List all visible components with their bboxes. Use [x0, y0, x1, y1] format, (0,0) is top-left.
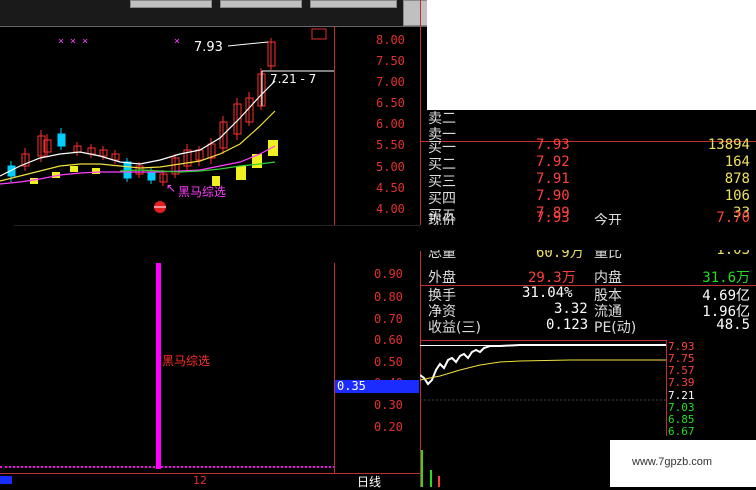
bid-row[interactable]: 买三 7.91 878: [424, 171, 756, 190]
outer-inner-row[interactable]: 外盘 29.3万 内盘 31.6万: [424, 267, 756, 286]
indicator-arrow: ↖: [166, 181, 177, 195]
candle-body: [57, 133, 66, 147]
bid-price: 7.92: [536, 154, 570, 170]
bid-volume: 878: [724, 171, 750, 187]
main-axis-line: [334, 26, 335, 225]
bid-volume: 13894: [707, 137, 750, 153]
inner-value: 31.6万: [702, 270, 750, 286]
main-axis-tick-6: 5.00: [376, 160, 405, 174]
signal-block: [70, 166, 78, 172]
indicator-label: 黑马综选: [178, 185, 227, 199]
current-price: 7.93: [536, 210, 570, 226]
osc-dotted-baseline: [0, 466, 335, 468]
x-axis-tick-12: 12: [193, 474, 207, 487]
inner-label: 内盘: [594, 270, 622, 286]
main-axis-tick-5: 5.50: [376, 138, 405, 152]
x-markers: × × ×: [58, 36, 89, 47]
osc-tick-6: 0.30: [374, 398, 403, 412]
osc-axis-line: [334, 263, 335, 473]
main-axis-tick-8: 4.00: [376, 202, 405, 216]
toolbar-button-4[interactable]: [403, 0, 429, 26]
signal-block: [236, 166, 246, 180]
outer-value: 29.3万: [528, 270, 576, 286]
mini-volume-bar: [430, 470, 432, 487]
high-price-label: 7.93: [194, 40, 223, 55]
main-axis-tick-1: 7.50: [376, 54, 405, 68]
scroll-indicator[interactable]: [0, 476, 12, 484]
main-axis-tick-7: 4.50: [376, 181, 405, 195]
signal-block: [92, 168, 100, 174]
toolbar-button-3[interactable]: [310, 0, 397, 8]
open-value: 7.70: [716, 210, 750, 226]
tab-daily[interactable]: 日线: [357, 473, 381, 490]
mini-avg-line: [420, 359, 666, 381]
turnover-value: 31.04%: [522, 285, 573, 301]
bid-volume: 164: [724, 154, 750, 170]
osc-tick-4: 0.50: [374, 355, 403, 369]
main-axis-tick-2: 7.00: [376, 75, 405, 89]
volume-row[interactable]: 总量 60.9万 量比 1.03: [424, 250, 756, 259]
bid-row[interactable]: 买一 7.93 13894: [424, 137, 756, 156]
osc-label: 黑马综选: [162, 354, 211, 368]
ratio-label: 量比: [594, 250, 622, 259]
bid-price: 7.93: [536, 137, 570, 153]
mini-volume-bar: [438, 476, 440, 487]
osc-tick-7: 0.20: [374, 420, 403, 434]
netasset-value: 3.32: [554, 301, 588, 317]
toolbar-button-2[interactable]: [220, 0, 302, 8]
outer-label: 外盘: [428, 270, 456, 286]
main-axis-tick-3: 6.50: [376, 96, 405, 110]
mini-intraday-chart[interactable]: [420, 340, 666, 440]
bid-volume: 106: [724, 188, 750, 204]
main-axis-tick-0: 8.00: [376, 33, 405, 47]
osc-tick-3: 0.60: [374, 333, 403, 347]
pe-value: 48.5: [716, 317, 750, 333]
ratio-value: 1.03: [716, 250, 750, 258]
candle-body: [147, 171, 156, 181]
mini-label-3: 7.39: [668, 376, 695, 389]
osc-bar: [156, 263, 161, 469]
bid-price: 7.91: [536, 171, 570, 187]
toolbar-button-1[interactable]: [130, 0, 212, 8]
eps-value: 0.123: [546, 317, 589, 333]
x-marker-single: ×: [174, 36, 181, 47]
mini-price-line: [420, 344, 666, 386]
osc-current-value: 0.35: [335, 380, 419, 393]
osc-tick-2: 0.70: [374, 312, 403, 326]
eps-label: 收益(三): [428, 320, 481, 336]
main-axis-tick-4: 6.00: [376, 117, 405, 131]
volume-label: 总量: [428, 250, 456, 259]
quote-occluder: [420, 225, 746, 251]
mini-volume-bar: [421, 450, 423, 487]
bid-row[interactable]: 买二 7.92 164: [424, 154, 756, 173]
bid-row[interactable]: 买四 7.90 106: [424, 188, 756, 207]
osc-tick-1: 0.80: [374, 290, 403, 304]
watermark-text: www.7gpzb.com: [632, 456, 713, 468]
pe-label: PE(动): [594, 320, 637, 336]
volume-value: 60.9万: [536, 250, 584, 259]
quote-top-white-area: [427, 0, 756, 110]
bid-price: 7.90: [536, 188, 570, 204]
top-toolbar: [0, 0, 429, 27]
eps-row[interactable]: 收益(三) 0.123 PE(动) 48.5: [424, 317, 756, 336]
mini-label-7: 6.67: [668, 425, 695, 438]
osc-tick-0: 0.90: [374, 267, 403, 281]
signal-block: [268, 140, 278, 156]
range-label: 7.21 - 7: [270, 72, 317, 86]
